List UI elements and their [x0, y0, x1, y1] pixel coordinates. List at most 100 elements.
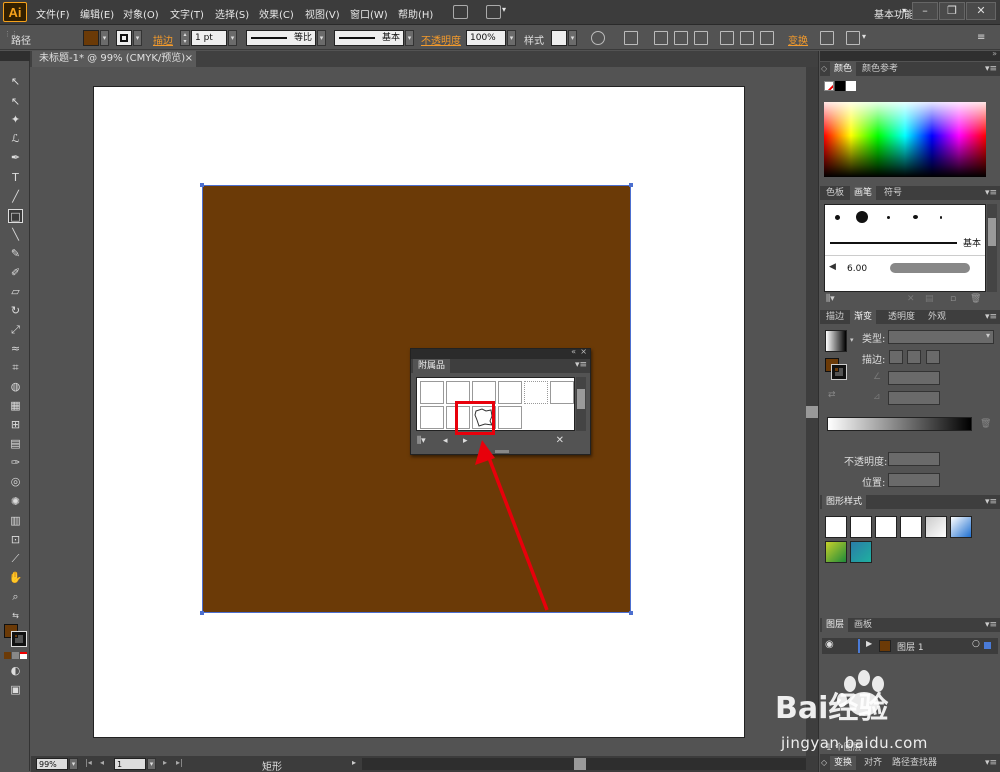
next-artboard-icon[interactable]: ▸	[163, 758, 167, 767]
vertical-scroll-thumb[interactable]	[806, 406, 818, 418]
tab-appearance[interactable]: 外观	[924, 310, 950, 324]
type-tool-icon[interactable]: T	[8, 171, 23, 185]
white-swatch[interactable]	[846, 81, 856, 91]
tab-symbols[interactable]: 符号	[880, 186, 906, 200]
blob-brush-tool-icon[interactable]: ✐	[8, 266, 23, 280]
stroke-weight-stepper[interactable]: ▴ ▾	[180, 30, 190, 46]
profile-dropdown-icon[interactable]: ▾	[317, 30, 326, 46]
library-item[interactable]	[420, 406, 444, 429]
none-swatch[interactable]	[824, 81, 834, 91]
brush-scrollbar[interactable]	[987, 204, 997, 292]
dock-header[interactable]: »	[820, 49, 1000, 61]
layer-name[interactable]: 图层 1	[897, 640, 924, 653]
new-brush-icon[interactable]: ▫	[950, 294, 956, 304]
artboard-dropdown-icon[interactable]: ▾	[147, 758, 156, 770]
gradient-position-field[interactable]	[888, 473, 940, 487]
zoom-tool-icon[interactable]: ⌕	[8, 590, 23, 604]
arrange-documents-icon[interactable]	[486, 5, 501, 19]
floating-panel-tab[interactable]: 附属品	[413, 359, 451, 373]
gradient-opacity-field[interactable]	[888, 452, 940, 466]
delete-brush-icon[interactable]: 🗑	[970, 294, 981, 304]
floating-panel-header[interactable]: « ×	[411, 347, 590, 359]
gradient-panel-menu-icon[interactable]: ▾≡	[985, 310, 997, 324]
stroke-color-box[interactable]	[11, 631, 27, 647]
resize-grip[interactable]	[495, 450, 509, 453]
selection-handle[interactable]	[629, 183, 633, 187]
graphic-style-item[interactable]	[950, 516, 972, 538]
menu-edit[interactable]: 编辑(E)	[80, 6, 114, 21]
bridge-icon[interactable]	[453, 5, 468, 19]
mesh-tool-icon[interactable]: ⊞	[8, 418, 23, 432]
menu-view[interactable]: 视图(V)	[305, 6, 340, 21]
color-panel-menu-icon[interactable]: ▾≡	[985, 62, 997, 76]
dock-collapse-icon[interactable]: »	[992, 49, 997, 58]
selection-tool-icon[interactable]: ↖	[8, 75, 23, 89]
align-vcenter-icon[interactable]	[740, 31, 754, 45]
selection-handle[interactable]	[200, 611, 204, 615]
lasso-tool-icon[interactable]: ℒ	[8, 132, 23, 146]
close-tab-icon[interactable]: ×	[185, 51, 193, 67]
align-top-icon[interactable]	[720, 31, 734, 45]
free-transform-tool-icon[interactable]: ⌗	[8, 361, 23, 375]
brush-stroke-preview[interactable]	[890, 263, 970, 273]
style-swatch[interactable]	[551, 30, 567, 46]
graphic-style-item[interactable]	[850, 516, 872, 538]
visibility-icon[interactable]: ◉	[825, 639, 834, 650]
align-to-icon[interactable]	[624, 31, 638, 45]
gradient-thumbnail[interactable]	[825, 330, 847, 352]
gradient-stroke-box[interactable]	[831, 364, 847, 380]
tab-color-guide[interactable]: 颜色参考	[858, 62, 902, 76]
brush-dot-fine[interactable]	[940, 216, 942, 219]
brush-dot-tiny[interactable]	[887, 216, 890, 219]
library-item[interactable]	[498, 406, 522, 429]
restore-button[interactable]: ❐	[939, 2, 965, 20]
pencil-tool-icon[interactable]: ✎	[8, 247, 23, 261]
gradient-aspect-field[interactable]	[888, 391, 940, 405]
library-item[interactable]	[420, 381, 444, 404]
color-mode-icon[interactable]	[4, 652, 11, 659]
artboard-number-field[interactable]: 1	[114, 758, 146, 770]
delete-stop-icon[interactable]: 🗑	[980, 419, 991, 429]
horizontal-scroll-thumb[interactable]	[574, 758, 586, 770]
artboard-tool-icon[interactable]: ⊡	[8, 533, 23, 547]
tab-swatches[interactable]: 色板	[822, 186, 848, 200]
stroke-panel-link[interactable]: 描边	[153, 32, 173, 47]
magic-wand-tool-icon[interactable]: ✦	[8, 113, 23, 127]
tab-stroke[interactable]: 描边	[822, 310, 848, 324]
brush-dot-large[interactable]	[856, 211, 868, 223]
graphic-style-item[interactable]	[875, 516, 897, 538]
align-right-icon[interactable]	[694, 31, 708, 45]
hand-tool-icon[interactable]: ✋	[8, 571, 23, 585]
gradient-slider[interactable]	[827, 417, 972, 431]
stroke-weight-field[interactable]: 1 pt	[191, 30, 227, 46]
control-menu-icon[interactable]: ≡	[977, 32, 985, 43]
brush-definition[interactable]: 基本	[334, 30, 404, 46]
opacity-link[interactable]: 不透明度	[421, 32, 461, 47]
graphic-style-item[interactable]	[825, 541, 847, 563]
paintbrush-tool-icon[interactable]: ╲	[8, 228, 23, 242]
menu-effect[interactable]: 效果(C)	[259, 6, 294, 21]
slice-tool-icon[interactable]: ⟋	[8, 552, 23, 566]
blend-tool-icon[interactable]: ◎	[8, 475, 23, 489]
close-panel-icon[interactable]: ×	[580, 347, 587, 356]
shape-builder-tool-icon[interactable]: ◍	[8, 380, 23, 394]
color-spectrum[interactable]	[824, 102, 986, 177]
tab-graphic-styles[interactable]: 图形样式	[822, 495, 867, 509]
fill-swatch[interactable]	[83, 30, 99, 46]
selection-handle[interactable]	[629, 611, 633, 615]
eyedropper-tool-icon[interactable]: ✑	[8, 456, 23, 470]
brush-dot-oval[interactable]	[913, 215, 918, 219]
eraser-tool-icon[interactable]: ▱	[8, 285, 23, 299]
isolate-icon[interactable]	[820, 31, 834, 45]
variable-width-profile[interactable]: 等比	[246, 30, 316, 46]
scale-tool-icon[interactable]: ⤢	[8, 323, 23, 337]
gradient-thumbnail-dropdown-icon[interactable]: ▾	[850, 336, 854, 344]
stroke-within-icon[interactable]	[889, 350, 903, 364]
menu-type[interactable]: 文字(T)	[170, 6, 204, 21]
drawing-mode-icon[interactable]: ◐	[8, 664, 23, 678]
brush-options-icon[interactable]: ▤	[925, 294, 934, 304]
collapse-icon[interactable]: «	[571, 347, 576, 356]
gradient-type-select[interactable]: ▾	[888, 330, 994, 344]
none-mode-icon[interactable]	[20, 652, 27, 659]
selection-indicator[interactable]	[984, 642, 991, 649]
